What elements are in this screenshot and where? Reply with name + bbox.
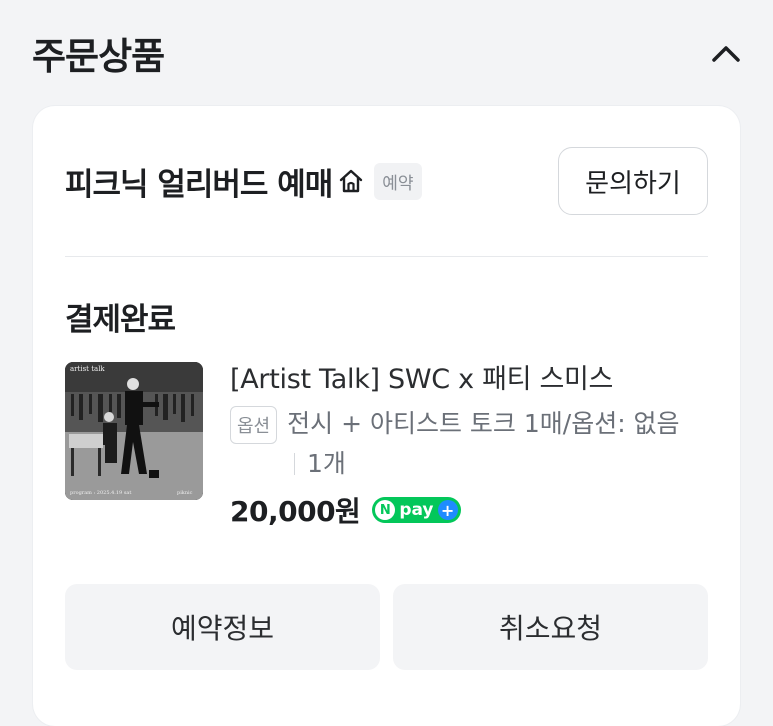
npay-label: pay <box>399 500 434 520</box>
product-thumbnail[interactable]: artist talk program : 2025.4.19 sat pikn… <box>65 362 203 500</box>
thumbnail-top-text: artist talk <box>70 365 105 373</box>
divider <box>65 256 708 257</box>
quantity-row: 1개 <box>294 446 710 482</box>
quantity: 1개 <box>307 449 346 478</box>
order-card: 피크닉 얼리버드 예매 예약 문의하기 결제완료 artist talk pro… <box>33 106 740 726</box>
store-row: 피크닉 얼리버드 예매 예약 문의하기 <box>65 146 708 216</box>
npay-plus-badge: N pay + <box>372 497 461 523</box>
store-name[interactable]: 피크닉 얼리버드 예매 <box>65 159 333 204</box>
price-row: 20,000원 N pay + <box>230 490 710 530</box>
chevron-up-icon[interactable] <box>709 36 743 70</box>
option-badge: 옵션 <box>230 406 278 444</box>
reservation-info-button[interactable]: 예약정보 <box>65 584 380 670</box>
inquiry-button[interactable]: 문의하기 <box>558 147 708 215</box>
price: 20,000원 <box>230 495 361 528</box>
plus-icon: + <box>437 500 458 520</box>
product-title[interactable]: [Artist Talk] SWC x 패티 스미스 <box>230 358 710 402</box>
thumbnail-bottom-left-text: program : 2025.4.19 sat <box>70 490 131 496</box>
section-title: 주문상품 <box>32 35 165 78</box>
order-items-header: 주문상품 <box>32 26 743 80</box>
cancel-request-button[interactable]: 취소요청 <box>393 584 708 670</box>
reservation-badge: 예약 <box>374 162 422 200</box>
home-icon[interactable] <box>336 166 366 196</box>
npay-n-icon: N <box>375 500 396 520</box>
order-status: 결제완료 <box>65 302 176 338</box>
thumbnail-bottom-right-text: piknic <box>177 490 193 496</box>
product-info: [Artist Talk] SWC x 패티 스미스 옵션 전시 + 아티스트 … <box>230 358 710 530</box>
order-actions: 예약정보 취소요청 <box>65 584 708 670</box>
store-info[interactable]: 피크닉 얼리버드 예매 예약 <box>65 159 422 204</box>
quantity-separator <box>294 453 295 475</box>
option-row: 옵션 전시 + 아티스트 토크 1매/옵션: 없음 <box>230 406 710 444</box>
option-text: 전시 + 아티스트 토크 1매/옵션: 없음 <box>287 409 680 438</box>
